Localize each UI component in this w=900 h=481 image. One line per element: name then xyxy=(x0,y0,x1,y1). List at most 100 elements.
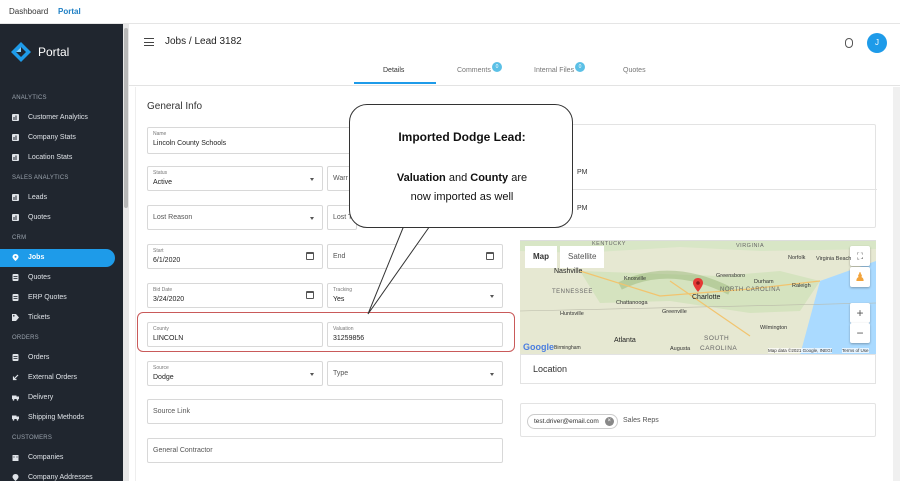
menu-icon[interactable] xyxy=(144,38,154,46)
receipt-icon xyxy=(12,354,19,361)
sidebar-item-label: Shipping Methods xyxy=(28,414,85,421)
divider xyxy=(521,189,877,190)
callout-box: Imported Dodge Lead: Valuation and Count… xyxy=(349,104,573,228)
field-value: Yes xyxy=(333,296,345,303)
zoom-in-button[interactable]: + xyxy=(850,303,870,323)
sidebar-item-tickets[interactable]: Tickets xyxy=(0,309,115,327)
sidebar-item-quotes-sales[interactable]: Quotes xyxy=(0,209,115,227)
sidebar-item-leads[interactable]: Leads xyxy=(0,189,115,207)
sidebar-item-company-addresses[interactable]: Company Addresses xyxy=(0,469,115,481)
paperclip-icon[interactable] xyxy=(845,38,853,48)
callout-word: are xyxy=(508,172,528,184)
bid-date-field[interactable]: Bid Date 3/24/2020 xyxy=(147,283,323,308)
terms-link[interactable]: Terms of Use xyxy=(842,348,869,353)
callout-word: and xyxy=(445,172,471,184)
map-label: Augusta xyxy=(670,346,691,352)
close-icon[interactable]: × xyxy=(604,417,614,426)
calendar-icon[interactable] xyxy=(486,252,494,260)
field-value: 6/1/2020 xyxy=(153,257,181,264)
map-label: Durham xyxy=(754,279,774,285)
tab-internal-files[interactable]: Internal Files xyxy=(534,67,574,74)
sidebar-item-label: Delivery xyxy=(28,394,54,401)
chip-label: test.driver@email.com xyxy=(534,418,599,425)
rep-chip[interactable]: test.driver@email.com × xyxy=(527,414,618,429)
field-placeholder: Warr xyxy=(333,175,348,182)
chart-icon xyxy=(12,114,19,121)
sidebar-item-label: Customer Analytics xyxy=(28,114,88,121)
top-nav: Dashboard Portal xyxy=(0,0,900,24)
pin-icon xyxy=(12,474,19,481)
source-link-field[interactable]: Source Link xyxy=(147,399,503,424)
callout-word: Valuation xyxy=(396,172,446,184)
calendar-icon[interactable] xyxy=(306,291,314,299)
type-select[interactable]: Type xyxy=(327,361,503,386)
scrollbar-thumb[interactable] xyxy=(124,28,128,208)
map-label: Greensboro xyxy=(716,273,746,279)
sidebar-item-orders[interactable]: Orders xyxy=(0,349,115,367)
sidebar-item-label: Quotes xyxy=(28,274,51,281)
google-logo: Google xyxy=(523,342,554,352)
chart-icon xyxy=(12,154,19,161)
sidebar-item-quotes-crm[interactable]: Quotes xyxy=(0,269,115,287)
zoom-out-button[interactable]: − xyxy=(850,323,870,343)
lost-reason-select[interactable]: Lost Reason xyxy=(147,205,323,230)
tab-quotes[interactable]: Quotes xyxy=(623,67,646,74)
portal-logo[interactable]: Portal xyxy=(10,41,110,63)
sidebar-item-company-stats[interactable]: Company Stats xyxy=(0,129,115,147)
callout-word: County xyxy=(470,172,509,184)
source-select[interactable]: Source Dodge xyxy=(147,361,323,386)
logo-text: Portal xyxy=(38,45,70,59)
sidebar-item-customer-analytics[interactable]: Customer Analytics xyxy=(0,109,115,127)
chevron-down-icon xyxy=(490,373,494,376)
sidebar-item-label: Companies xyxy=(28,454,64,461)
sales-reps-field[interactable]: test.driver@email.com × Sales Reps xyxy=(520,403,876,437)
section-customers: CUSTOMERS xyxy=(12,435,53,441)
field-label: Tracking xyxy=(333,287,352,293)
field-value: Active xyxy=(153,179,173,186)
map-label: Wilmington xyxy=(760,325,788,331)
chevron-down-icon xyxy=(310,178,314,181)
status-select[interactable]: Status Active xyxy=(147,166,323,191)
start-date-field[interactable]: Start 6/1/2020 xyxy=(147,244,323,269)
sidebar-item-shipping-methods[interactable]: Shipping Methods xyxy=(0,409,115,427)
sidebar-item-delivery[interactable]: Delivery xyxy=(0,389,115,407)
map-tab-map[interactable]: Map xyxy=(525,246,557,268)
sidebar-item-label: External Orders xyxy=(28,374,78,381)
avatar[interactable]: J xyxy=(867,33,887,53)
field-placeholder: Lost Reason xyxy=(153,214,193,221)
sidebar-item-location-stats[interactable]: Location Stats xyxy=(0,149,115,167)
field-label: Source xyxy=(153,365,169,371)
location-map[interactable]: Map Satellite ⛶ ♟ + − KENTUCKY VIRGINIA … xyxy=(520,240,876,354)
calendar-icon[interactable] xyxy=(306,252,314,260)
location-field[interactable]: Location xyxy=(520,354,876,384)
comments-badge: 0 xyxy=(492,62,502,72)
field-placeholder: Source Link xyxy=(153,408,190,415)
map-label: VIRGINIA xyxy=(736,243,765,249)
fullscreen-icon[interactable]: ⛶ xyxy=(850,246,870,266)
sidebar-item-jobs[interactable]: Jobs xyxy=(0,249,115,267)
general-contractor-field[interactable]: General Contractor xyxy=(147,438,503,463)
content-scrollbar[interactable] xyxy=(893,87,900,481)
map-marker-icon[interactable] xyxy=(693,278,703,292)
map-label: Greenville xyxy=(662,309,687,315)
sidebar-item-external-orders[interactable]: External Orders xyxy=(0,369,115,387)
callout-title: Imported Dodge Lead: xyxy=(398,130,526,144)
truck-icon xyxy=(12,415,19,421)
tab-comments[interactable]: Comments xyxy=(457,67,491,74)
pin-icon xyxy=(12,254,19,261)
sales-reps-label: Sales Reps xyxy=(623,417,659,424)
portal-link[interactable]: Portal xyxy=(58,7,81,16)
sidebar-item-companies[interactable]: Companies xyxy=(0,449,115,467)
sidebar-item-label: Company Addresses xyxy=(28,474,93,481)
field-value: Dodge xyxy=(153,374,174,381)
map-tab-satellite[interactable]: Satellite xyxy=(560,246,605,268)
dashboard-link[interactable]: Dashboard xyxy=(9,7,48,16)
chevron-down-icon xyxy=(490,295,494,298)
sidebar-item-label: Jobs xyxy=(28,254,45,261)
name-field[interactable]: Name Lincoln County Schools xyxy=(147,127,357,154)
sidebar-item-erp-quotes[interactable]: ERP Quotes xyxy=(0,289,115,307)
field-value: 3/24/2020 xyxy=(153,296,185,303)
tab-details[interactable]: Details xyxy=(383,67,404,74)
truck-icon xyxy=(12,395,19,401)
street-view-icon[interactable]: ♟ xyxy=(850,267,870,287)
